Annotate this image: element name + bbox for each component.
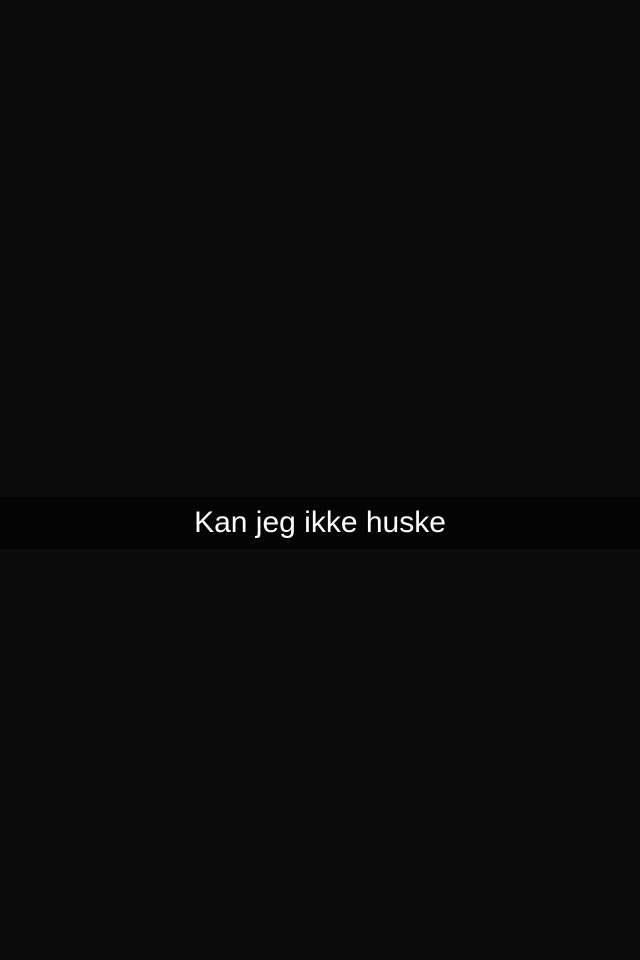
caption-bar: Kan jeg ikke huske <box>0 497 640 549</box>
snap-photo[interactable]: Kan jeg ikke huske <box>0 0 640 960</box>
caption-text: Kan jeg ikke huske <box>194 506 446 539</box>
